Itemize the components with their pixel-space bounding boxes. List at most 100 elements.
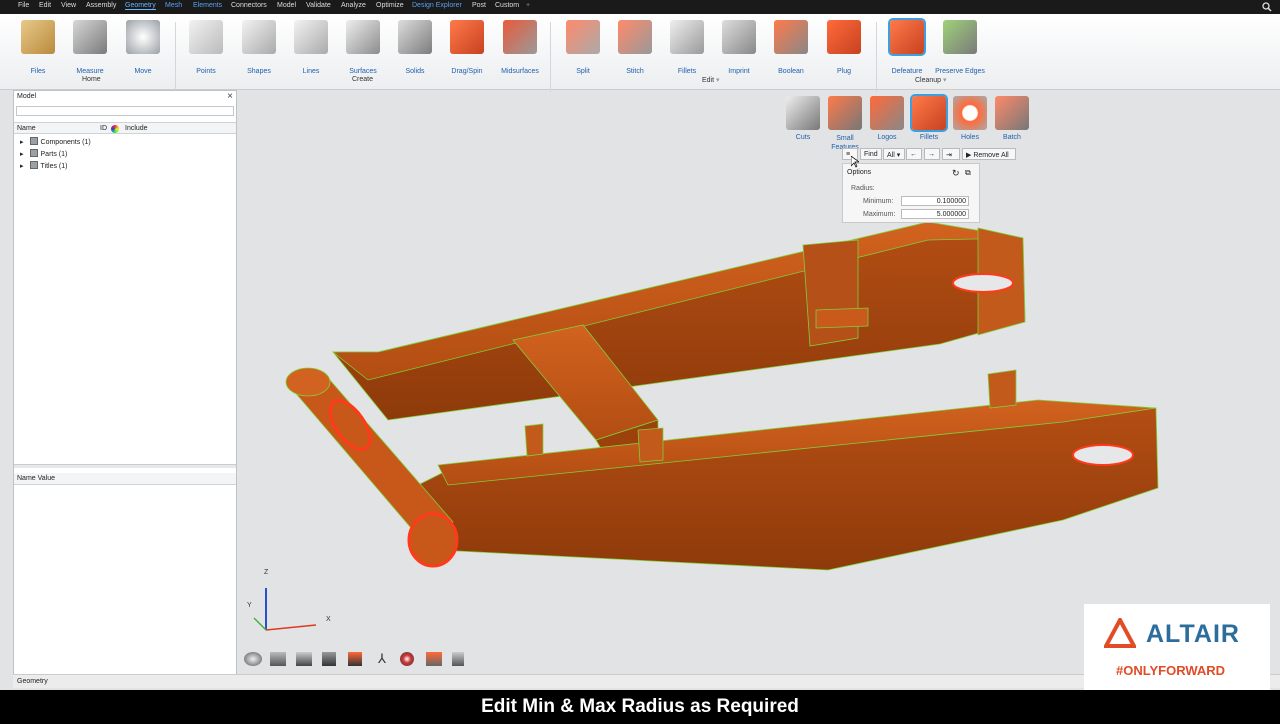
name-column-header[interactable]: Name — [17, 125, 36, 132]
lock-icon[interactable] — [452, 652, 464, 666]
chevron-down-icon: ▾ — [943, 77, 947, 84]
imprint-icon — [722, 20, 756, 54]
menu-connectors[interactable]: Connectors — [231, 2, 267, 9]
component-icon — [29, 137, 38, 145]
menu-model[interactable]: Model — [277, 2, 296, 9]
find-scope-dropdown[interactable]: All ▾ — [883, 148, 905, 160]
measure-tool[interactable]: Measure — [60, 20, 120, 75]
preserve-edges-label: Preserve Edges — [935, 68, 985, 75]
boolean-tool[interactable]: Boolean — [761, 20, 821, 75]
tree-item-titles[interactable]: ▸ Titles (1) — [20, 161, 67, 170]
folder-icon — [21, 20, 55, 54]
midsurfaces-tool[interactable]: Midsurfaces — [490, 20, 550, 75]
view-controls-toolbar: ⅄ — [244, 652, 474, 668]
menu-analyze[interactable]: Analyze — [341, 2, 366, 9]
skip-icon[interactable]: ⇥ — [942, 148, 960, 160]
status-text: Geometry — [17, 678, 48, 685]
zoom-icon[interactable] — [400, 652, 414, 666]
menu-custom[interactable]: Custom — [495, 2, 519, 9]
menu-assembly[interactable]: Assembly — [86, 2, 116, 9]
fillets-tool[interactable]: Fillets — [657, 20, 717, 75]
radius-label: Radius: — [851, 185, 875, 192]
shapes-tool[interactable]: Shapes — [229, 20, 289, 75]
rotate-view-icon[interactable] — [244, 652, 262, 666]
preserve-edges-tool[interactable]: Preserve Edges — [930, 20, 990, 75]
popout-icon[interactable]: ⧉ — [965, 168, 971, 178]
move-tool[interactable]: Move — [113, 20, 173, 75]
menu-file[interactable]: File — [18, 2, 29, 9]
surfaces-tool[interactable]: Surfaces — [333, 20, 393, 75]
edit-group-label[interactable]: Edit ▾ — [702, 76, 720, 84]
altair-logo: ALTAIR #ONLYFORWARD — [1084, 604, 1270, 690]
application-window: File Edit View Assembly Geometry Mesh El… — [0, 0, 1280, 720]
maximum-label: Maximum: — [863, 211, 896, 218]
include-column-header[interactable]: Include — [125, 125, 148, 132]
menu-geometry[interactable]: Geometry — [125, 2, 156, 10]
title-icon — [29, 161, 38, 169]
batch-tool[interactable]: Batch — [982, 96, 1042, 141]
close-icon[interactable]: × — [227, 91, 233, 102]
shapes-label: Shapes — [247, 68, 271, 75]
pan-icon[interactable] — [296, 652, 312, 666]
menu-mesh[interactable]: Mesh — [165, 2, 182, 9]
points-tool[interactable]: Points — [176, 20, 236, 75]
menu-edit[interactable]: Edit — [39, 2, 51, 9]
split-tool[interactable]: Split — [553, 20, 613, 75]
menu-design-explorer[interactable]: Design Explorer — [412, 2, 462, 9]
minimum-label: Minimum: — [863, 198, 894, 205]
stitch-tool[interactable]: Stitch — [605, 20, 665, 75]
options-panel: Options ↻ ⧉ Radius: Minimum: 0.100000 Ma… — [842, 163, 980, 223]
menu-elements[interactable]: Elements — [193, 2, 222, 9]
lines-icon — [294, 20, 328, 54]
minimum-radius-input[interactable]: 0.100000 — [901, 196, 969, 206]
lines-tool[interactable]: Lines — [281, 20, 341, 75]
search-icon[interactable] — [1262, 2, 1272, 12]
measure-icon — [73, 20, 107, 54]
home-group-label: Home — [82, 76, 101, 83]
shaded-view-icon[interactable] — [348, 652, 362, 666]
color-wheel-icon[interactable] — [111, 125, 119, 133]
surfaces-icon — [346, 20, 380, 54]
boolean-label: Boolean — [778, 68, 804, 75]
fit-view-icon[interactable] — [426, 652, 442, 666]
box-view-icon[interactable] — [322, 652, 336, 666]
create-group-label: Create — [352, 76, 374, 83]
cleanup-group-label[interactable]: Cleanup ▾ — [915, 76, 947, 84]
midsurfaces-icon — [503, 20, 537, 54]
find-button[interactable]: Find — [860, 148, 882, 160]
ribbon: Files Measure Move Home Points Shapes Li… — [0, 14, 1280, 92]
options-title: Options — [847, 169, 872, 176]
reset-icon[interactable]: ↻ — [952, 168, 960, 179]
tree-item-parts[interactable]: ▸ Parts (1) — [20, 149, 67, 158]
axis-view-icon[interactable]: ⅄ — [374, 652, 390, 666]
defeature-tool[interactable]: Defeature — [877, 20, 937, 75]
menu-view[interactable]: View — [61, 2, 76, 9]
browser-search-input[interactable] — [16, 106, 234, 116]
menu-optimize[interactable]: Optimize — [376, 2, 404, 9]
plug-tool[interactable]: Plug — [814, 20, 874, 75]
panel-splitter[interactable] — [14, 464, 236, 468]
solids-tool[interactable]: Solids — [385, 20, 445, 75]
menu-validate[interactable]: Validate — [306, 2, 331, 9]
batch-icon — [995, 96, 1029, 130]
view-cube-icon[interactable] — [270, 652, 286, 666]
graphics-viewport[interactable]: Z Y X — [238, 90, 1280, 688]
menu-post[interactable]: Post — [472, 2, 486, 9]
imprint-tool[interactable]: Imprint — [709, 20, 769, 75]
drag-spin-tool[interactable]: Drag/Spin — [437, 20, 497, 75]
add-ribbon-icon[interactable]: + — [526, 2, 530, 9]
previous-arrow-icon[interactable]: ← — [906, 148, 922, 160]
next-arrow-icon[interactable]: → — [924, 148, 940, 160]
maximum-radius-input[interactable]: 5.000000 — [901, 209, 969, 219]
measure-label: Measure — [76, 68, 104, 75]
tree-item-components[interactable]: ▸ Components (1) — [20, 137, 91, 146]
swingarm-model[interactable]: Z Y X — [238, 90, 1280, 688]
drag-spin-label: Drag/Spin — [451, 68, 483, 75]
files-tool[interactable]: Files — [8, 20, 68, 75]
ribbon-separator — [550, 22, 551, 92]
menu-bar: File Edit View Assembly Geometry Mesh El… — [0, 0, 1280, 14]
id-column-header[interactable]: ID — [100, 125, 107, 132]
remove-all-button[interactable]: ▶ Remove All — [962, 148, 1016, 160]
stitch-label: Stitch — [626, 68, 644, 75]
panel-title: Model — [14, 91, 236, 103]
